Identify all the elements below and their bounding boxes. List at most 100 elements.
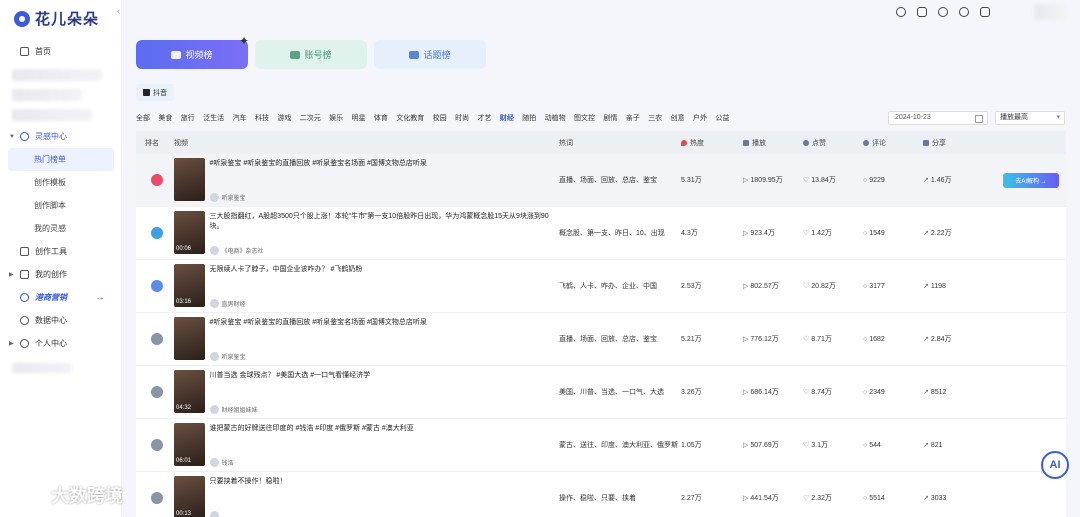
category-18[interactable]: 图文控 xyxy=(574,113,595,123)
category-15[interactable]: 财经 xyxy=(500,113,514,123)
download-icon[interactable] xyxy=(980,7,990,17)
header-share[interactable]: 分享 xyxy=(923,138,1003,148)
platform-douyin[interactable]: 抖音 xyxy=(136,84,174,101)
video-author[interactable]: 听泉鉴宝 xyxy=(209,351,559,361)
ai-deconstruct-button[interactable]: 去AI解构 → xyxy=(1003,172,1059,188)
ai-assistant-button[interactable]: AI xyxy=(1041,451,1069,479)
sidebar-subitem-my-inspiration[interactable]: 我的灵感 xyxy=(0,217,122,240)
comment-value: 5514 xyxy=(869,494,885,502)
author-avatar xyxy=(209,351,219,361)
category-23[interactable]: 户外 xyxy=(693,113,707,123)
app-logo[interactable]: 花儿朵朵 xyxy=(14,8,99,29)
blurred-area xyxy=(0,355,122,381)
tab-topic-ranking[interactable]: 话题榜 xyxy=(374,40,486,69)
category-10[interactable]: 体育 xyxy=(374,113,388,123)
category-8[interactable]: 娱乐 xyxy=(329,113,343,123)
bell-icon[interactable] xyxy=(896,7,906,17)
category-19[interactable]: 剧情 xyxy=(603,113,617,123)
gift-icon[interactable] xyxy=(917,7,927,17)
header-comment[interactable]: 评论 xyxy=(863,138,923,148)
video-title[interactable]: #听泉鉴宝 #听泉鉴宝的直播回放 #听泉鉴宝名场面 #国博文物总店听泉 xyxy=(210,159,559,169)
video-title[interactable]: 川普当选 金球残点？ #美国大选 #一口气看懂经济学 xyxy=(210,371,559,381)
table-row[interactable]: #听泉鉴宝 #听泉鉴宝的直播回放 #听泉鉴宝名场面 #国博文物总店听泉 听泉鉴宝直… xyxy=(136,154,1066,207)
table-row[interactable]: 04:32 川普当选 金球残点？ #美国大选 #一口气看懂经济学 财经姐姐妹妹 美国、… xyxy=(136,366,1066,419)
sidebar-subitem-scripts[interactable]: 创作脚本 xyxy=(0,194,122,217)
share-cell: ↗ 3033 xyxy=(923,494,1003,502)
video-title[interactable]: 谁把蒙古的好牌送往印度的 #钱浩 #印度 #俄罗斯 #蒙古 #澳大利亚 xyxy=(210,424,559,434)
video-title[interactable]: 只要挟着不操作！稳啦！ xyxy=(210,477,559,487)
category-9[interactable]: 明星 xyxy=(352,113,366,123)
help-icon[interactable] xyxy=(938,7,948,17)
table-row[interactable]: 00:13 只要挟着不操作！稳啦！ 操作、稳啦、只要、挟着 2.27万 ▷ 441.54万… xyxy=(136,472,1066,517)
collapse-sidebar-icon[interactable]: ‹ xyxy=(117,6,120,16)
tab-video-ranking[interactable]: 视频榜 xyxy=(136,40,248,69)
category-4[interactable]: 汽车 xyxy=(233,113,247,123)
category-13[interactable]: 时尚 xyxy=(455,113,469,123)
sidebar-item-home[interactable]: 首页 xyxy=(0,40,122,63)
date-picker[interactable]: 2024-10-23 xyxy=(888,111,988,125)
header-like[interactable]: 点赞 xyxy=(803,138,863,148)
category-5[interactable]: 科技 xyxy=(255,113,269,123)
video-thumbnail[interactable]: 06:01 xyxy=(174,422,205,466)
video-thumbnail[interactable]: 00:13 xyxy=(174,475,205,517)
category-12[interactable]: 校园 xyxy=(433,113,447,123)
video-thumbnail[interactable]: 04:32 xyxy=(174,369,205,413)
sidebar-item-data-center[interactable]: 数据中心 xyxy=(0,309,122,332)
video-thumbnail[interactable]: 03:16 xyxy=(174,263,205,307)
video-author[interactable]: 财经姐姐妹妹 xyxy=(209,404,559,414)
video-author[interactable] xyxy=(209,510,559,517)
share-icon: ↗ xyxy=(923,495,929,502)
sidebar-subitem-templates[interactable]: 创作模板 xyxy=(0,171,122,194)
table-row[interactable]: 03:16 无限续人卡了脖子，中国企业该咋办？ #飞鹤奶粉 直男财经 飞鹤、人卡、咋办… xyxy=(136,260,1066,313)
like-value: 2.32万 xyxy=(811,495,832,502)
sidebar-item-tools[interactable]: 创作工具 xyxy=(0,240,122,263)
video-author[interactable]: 听泉鉴宝 xyxy=(209,192,559,202)
category-24[interactable]: 公益 xyxy=(715,113,729,123)
category-6[interactable]: 游戏 xyxy=(277,113,291,123)
category-14[interactable]: 才艺 xyxy=(477,113,491,123)
category-20[interactable]: 亲子 xyxy=(626,113,640,123)
category-16[interactable]: 随拍 xyxy=(522,113,536,123)
video-thumbnail[interactable] xyxy=(174,316,205,360)
video-thumbnail[interactable] xyxy=(174,157,205,201)
cloud-icon[interactable] xyxy=(959,7,969,17)
share-value: 1198 xyxy=(930,283,946,290)
heat-cell: 4.3万 xyxy=(681,230,698,237)
video-author[interactable]: 直男财经 xyxy=(209,298,559,308)
sidebar-item-inspiration[interactable]: ▼ 灵感中心 xyxy=(0,125,122,148)
category-0[interactable]: 全部 xyxy=(136,113,150,123)
sidebar-item-my-creation[interactable]: ▶ 我的创作 xyxy=(0,263,122,286)
video-author[interactable]: 钱浩 xyxy=(209,457,559,467)
video-title[interactable]: 无限续人卡了脖子，中国企业该咋办？ #飞鹤奶粉 xyxy=(210,265,559,275)
heat-cell: 2.53万 xyxy=(681,283,702,290)
table-row[interactable]: #听泉鉴宝 #听泉鉴宝的直播回放 #听泉鉴宝名场面 #国博文物总店听泉 听泉鉴宝直… xyxy=(136,313,1066,366)
user-avatar[interactable] xyxy=(1034,4,1066,20)
video-author[interactable]: 《电商》杂志社 xyxy=(209,245,559,255)
category-22[interactable]: 创意 xyxy=(671,113,685,123)
sidebar-item-promo[interactable]: 港商营销 → xyxy=(0,286,122,309)
tab-account-ranking[interactable]: 账号榜 xyxy=(255,40,367,69)
sidebar-subitem-hot-list[interactable]: 热门榜单 xyxy=(8,148,114,171)
category-11[interactable]: 文化教育 xyxy=(396,113,424,123)
watermark: 大数跨境 xyxy=(10,482,123,508)
category-1[interactable]: 美食 xyxy=(158,113,172,123)
ranking-table: 排名 视频 热词 热度 播放 点赞 评论 分享 #听泉鉴宝 #听泉鉴宝的直播回放… xyxy=(136,131,1066,517)
comment-cell: ○ 1682 xyxy=(863,336,923,343)
header-heat[interactable]: 热度 xyxy=(681,138,743,148)
comment-icon: ○ xyxy=(863,335,868,343)
share-value: 8512 xyxy=(930,389,947,396)
category-3[interactable]: 泛生活 xyxy=(203,113,224,123)
sort-select[interactable]: 播放最高 xyxy=(995,111,1065,125)
hot-words-cell: 美国、川普、当选、一口气、大选 xyxy=(559,389,664,396)
video-title[interactable]: #听泉鉴宝 #听泉鉴宝的直播回放 #听泉鉴宝名场面 #国博文物总店听泉 xyxy=(210,318,559,328)
table-row[interactable]: 00:06 三大股指翻红，A股超3500只个股上涨！本轮“牛市”第一支10倍股昨日… xyxy=(136,207,1066,260)
video-title[interactable]: 三大股指翻红，A股超3500只个股上涨！本轮“牛市”第一支10倍股昨日出现，华为… xyxy=(210,212,559,232)
category-2[interactable]: 旅行 xyxy=(181,113,195,123)
video-thumbnail[interactable]: 00:06 xyxy=(174,210,205,254)
category-7[interactable]: 二次元 xyxy=(300,113,321,123)
table-row[interactable]: 06:01 谁把蒙古的好牌送往印度的 #钱浩 #印度 #俄罗斯 #蒙古 #澳大利亚… xyxy=(136,419,1066,472)
category-17[interactable]: 动植物 xyxy=(545,113,566,123)
category-21[interactable]: 三农 xyxy=(648,113,662,123)
header-play[interactable]: 播放 xyxy=(743,138,803,148)
sidebar-item-personal[interactable]: ▶ 个人中心 xyxy=(0,332,122,355)
